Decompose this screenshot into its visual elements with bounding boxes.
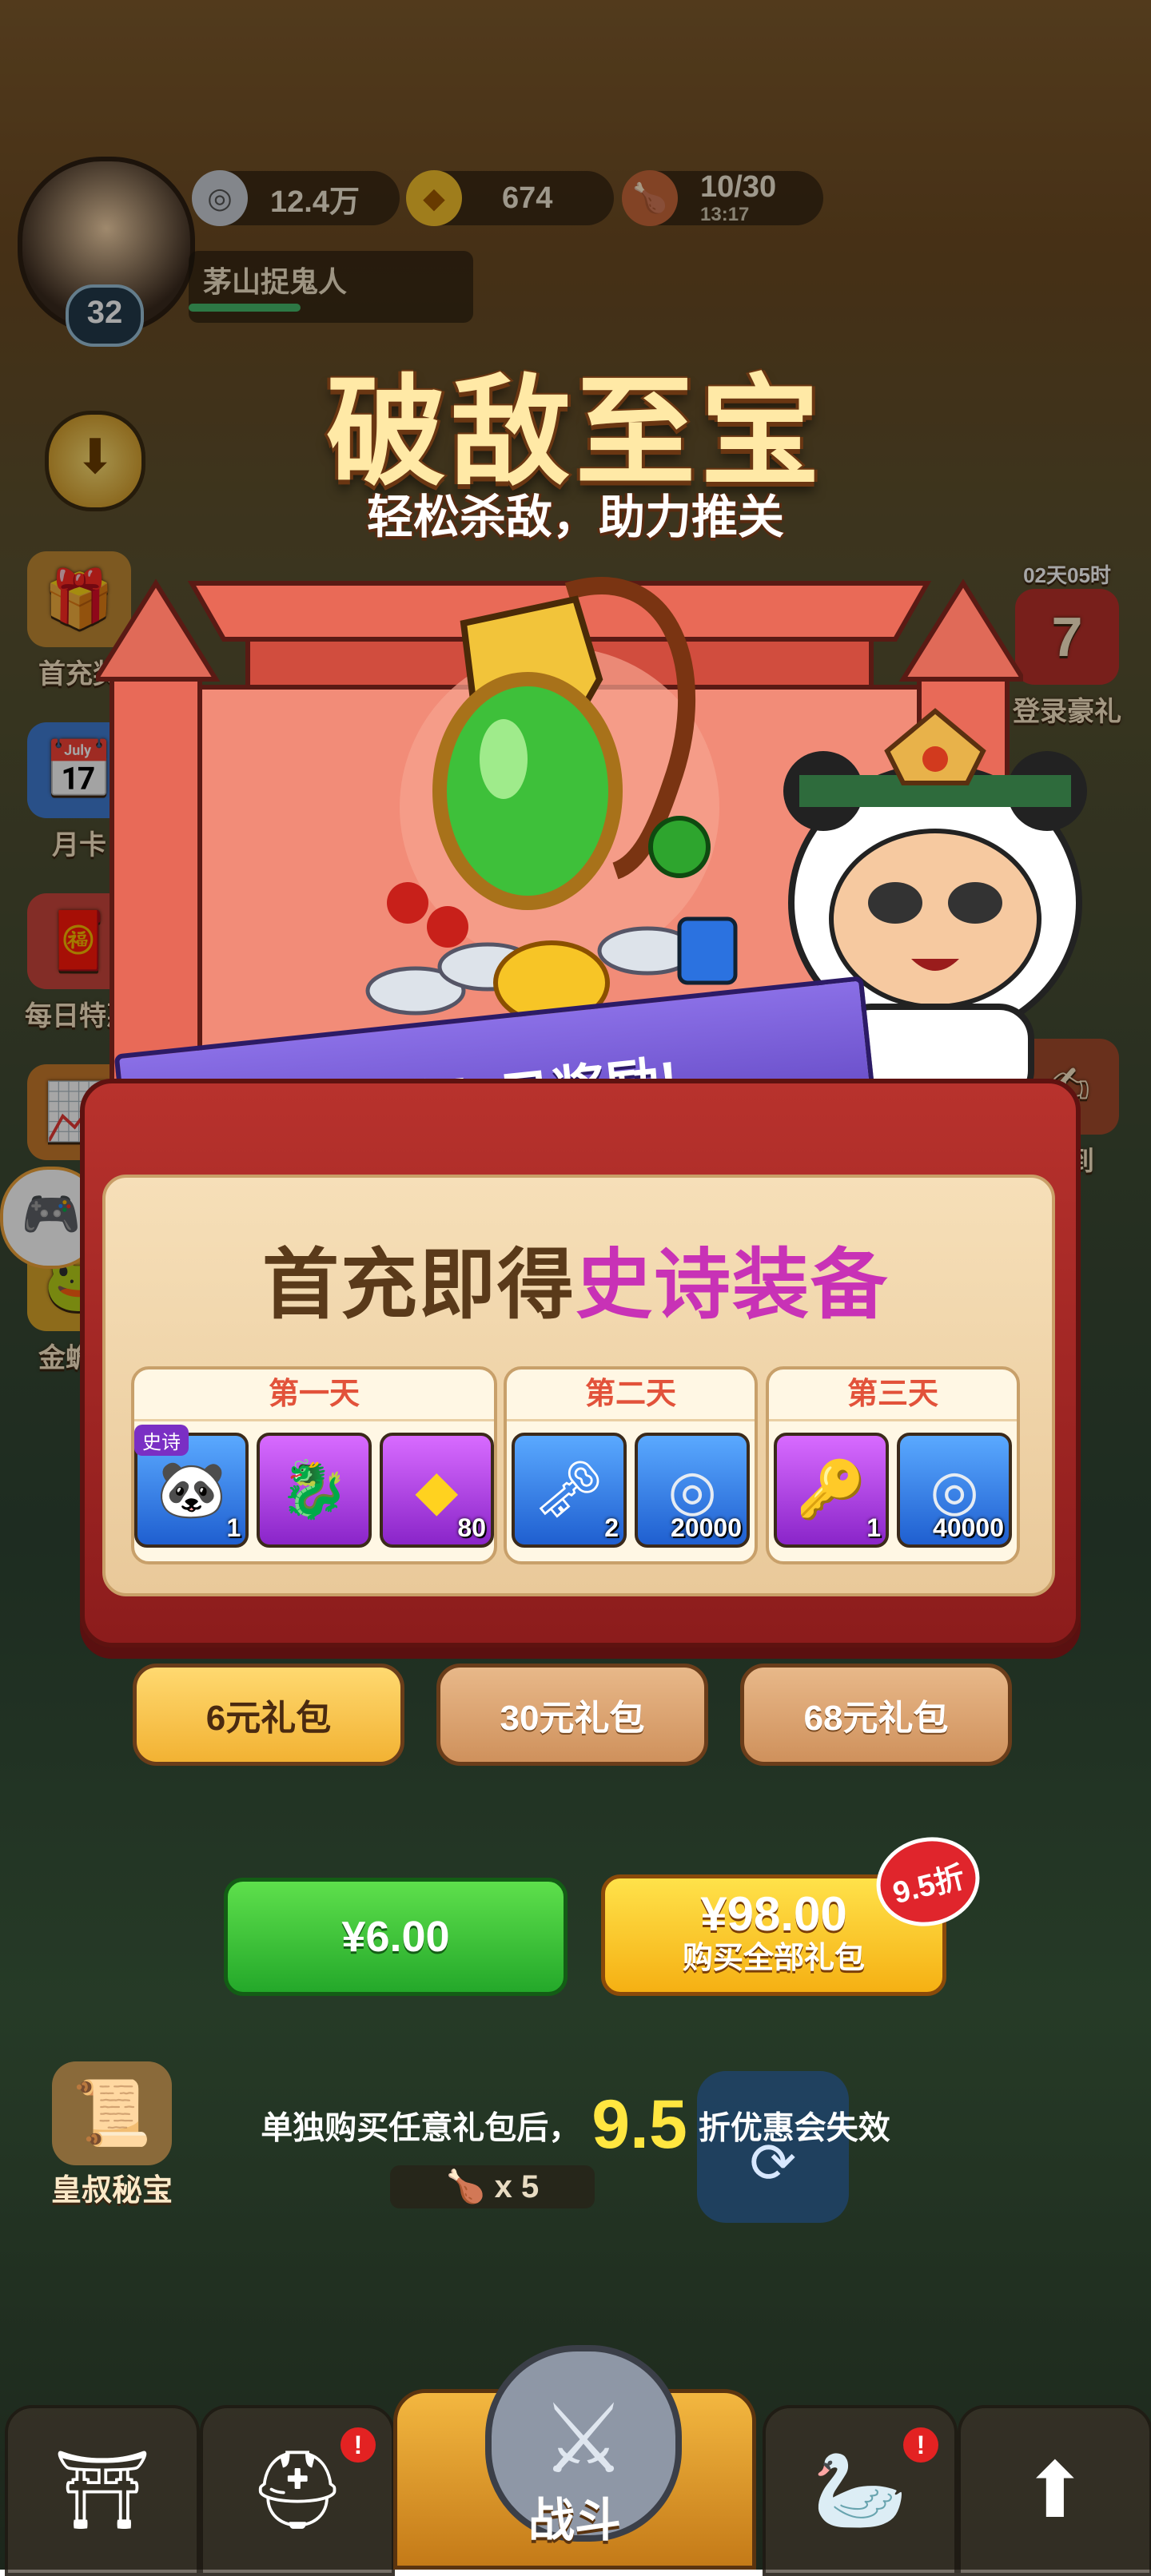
reward-item[interactable]: 🔑 1 — [774, 1433, 889, 1548]
nav-tab-upgrade[interactable]: ⬆ — [958, 2405, 1151, 2576]
day-card-2: 第二天 🗝 2 ◎ 20000 — [504, 1366, 758, 1564]
battle-cost: x 5 — [494, 2169, 540, 2204]
note-number: 9.5 — [591, 2086, 687, 2163]
reward-item[interactable]: 🗝 2 — [512, 1433, 627, 1548]
gold-key-icon: 🔑 — [796, 1458, 866, 1521]
nav-tab-home[interactable]: ⛩ — [5, 2405, 200, 2576]
item-count: 80 — [457, 1513, 486, 1542]
battle-label: 战斗 — [528, 2495, 621, 2546]
day-card-3: 第三天 🔑 1 ◎ 40000 — [766, 1366, 1020, 1564]
reward-item[interactable]: ◆ 80 — [379, 1433, 494, 1548]
reward-headline: 首充即得史诗装备 — [0, 1222, 1151, 1334]
helmet-icon: ⛑ — [249, 2447, 346, 2533]
discount-note: 单独购买任意礼包后， 9.5 折优惠会失效 — [0, 2085, 1151, 2165]
goose-icon: 🦢 — [812, 2447, 908, 2533]
nav-tab-equipment[interactable]: ⛑ ! — [200, 2405, 395, 2576]
day-title: 第二天 — [507, 1369, 755, 1421]
pack-button-6[interactable]: 6元礼包 — [133, 1664, 404, 1766]
panda-outfit-icon: 🐼 — [157, 1458, 227, 1521]
item-count: 20000 — [671, 1513, 742, 1542]
buy-all-label: 购买全部礼包 — [682, 1942, 865, 1975]
nav-tab-pets[interactable]: 🦢 ! — [763, 2405, 958, 2576]
item-count: 2 — [604, 1513, 619, 1542]
note-prefix: 单独购买任意礼包后， — [261, 2110, 581, 2146]
buy-single-button[interactable]: ¥6.00 — [224, 1878, 568, 1996]
reward-item[interactable]: 史诗 🐼 1 — [134, 1425, 249, 1548]
headline-highlight: 史诗装备 — [576, 1242, 889, 1328]
secret-treasure-label: 皇叔秘宝 — [50, 2174, 173, 2208]
pack-button-68[interactable]: 68元礼包 — [740, 1664, 1012, 1766]
reward-item[interactable]: 🐉 — [257, 1433, 372, 1548]
headline-prefix: 首充即得 — [262, 1242, 576, 1328]
pack-button-30[interactable]: 30元礼包 — [436, 1664, 708, 1766]
gold-ingot-icon: ◆ — [415, 1459, 459, 1521]
alert-badge-icon: ! — [341, 2427, 376, 2463]
item-count: 40000 — [933, 1513, 1004, 1542]
buy-single-price: ¥6.00 — [341, 1913, 450, 1961]
upgrade-arrow-icon: ⬆ — [1022, 2448, 1088, 2534]
dragon-pendant-icon: 🐉 — [279, 1458, 349, 1521]
reward-item[interactable]: ◎ 40000 — [897, 1433, 1012, 1548]
alert-badge-icon: ! — [903, 2427, 938, 2463]
epic-tag: 史诗 — [134, 1425, 189, 1456]
reward-item[interactable]: ◎ 20000 — [635, 1433, 750, 1548]
day-title: 第三天 — [769, 1369, 1017, 1421]
item-count: 1 — [866, 1513, 881, 1542]
gate-icon: ⛩ — [54, 2447, 151, 2533]
day-card-1: 第一天 史诗 🐼 1 🐉 ◆ 80 — [131, 1366, 497, 1564]
day-title: 第一天 — [134, 1369, 494, 1421]
drumstick-icon: 🍗 — [445, 2169, 486, 2204]
battle-cost-chip: 🍗 x 5 — [390, 2165, 595, 2208]
nav-tab-battle[interactable]: ⚔ 战斗 — [393, 2345, 756, 2570]
note-suffix: 折优惠会失效 — [698, 2110, 890, 2146]
item-count: 1 — [226, 1513, 241, 1542]
silver-key-icon: 🗝 — [533, 1458, 605, 1521]
